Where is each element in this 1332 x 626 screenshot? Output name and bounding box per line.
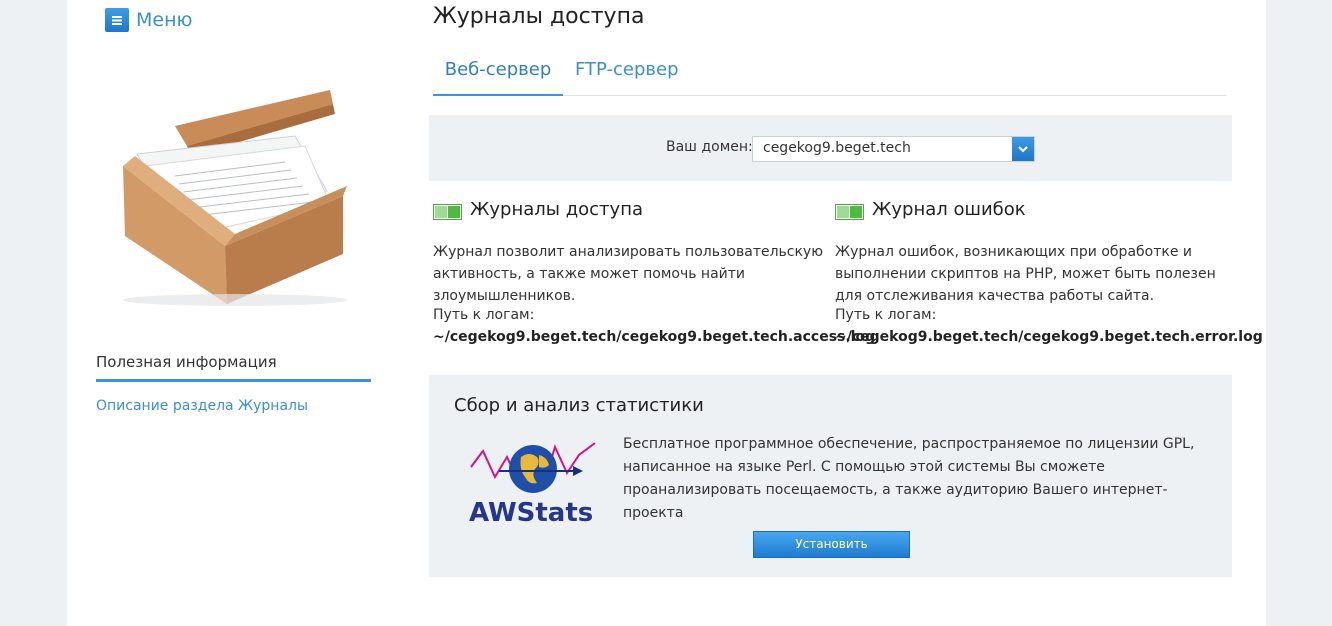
toggle-track — [837, 206, 849, 218]
chevron-down-icon[interactable] — [1012, 137, 1034, 161]
access-log-toggle[interactable] — [433, 204, 462, 220]
access-log-path: ~/cegekog9.beget.tech/cegekog9.beget.tec… — [433, 329, 876, 345]
install-button[interactable]: Установить — [753, 531, 910, 558]
toggle-knob — [448, 206, 460, 218]
logs-box-illustration — [115, 86, 365, 312]
statistics-title: Сбор и анализ статистики — [454, 395, 704, 416]
tab-ftp-server[interactable]: FTP-сервер — [575, 54, 679, 94]
tab-web-server[interactable]: Веб-сервер — [433, 54, 563, 96]
toggle-track — [435, 206, 447, 218]
error-log-path-label: Путь к логам: — [835, 307, 937, 323]
awstats-logo: AWStats — [469, 437, 599, 531]
useful-info-heading: Полезная информация — [96, 353, 277, 371]
page-title: Журналы доступа — [433, 4, 645, 29]
awstats-logo-text: AWStats — [469, 498, 593, 527]
error-log-description: Журнал ошибок, возникающих при обработке… — [835, 244, 1216, 304]
error-log-path: ~/cegekog9.beget.tech/cegekog9.beget.tec… — [835, 329, 1263, 345]
domain-select[interactable]: cegekog9.beget.tech — [752, 136, 1035, 162]
access-log-path-label: Путь к логам: — [433, 307, 535, 323]
statistics-panel: Сбор и анализ статистики AWStats Бесплат… — [429, 375, 1232, 577]
menu-button[interactable]: Меню — [105, 8, 193, 32]
domain-label: Ваш домен: — [666, 139, 753, 155]
statistics-description: Бесплатное программное обеспечение, расп… — [623, 436, 1195, 521]
menu-label: Меню — [136, 9, 193, 31]
hamburger-icon — [105, 8, 129, 32]
server-tabs: Веб-сервер FTP-сервер — [433, 54, 1227, 96]
domain-select-value: cegekog9.beget.tech — [763, 140, 911, 156]
access-log-description: Журнал позволит анализировать пользовате… — [433, 244, 824, 304]
domain-panel: Ваш домен: cegekog9.beget.tech — [429, 115, 1232, 181]
access-log-title: Журналы доступа — [470, 199, 643, 220]
error-log-title: Журнал ошибок — [872, 199, 1026, 220]
error-log-toggle[interactable] — [835, 204, 864, 220]
toggle-knob — [850, 206, 862, 218]
page: Меню Полезная информация Описание раздел… — [67, 0, 1266, 626]
logs-description-link[interactable]: Описание раздела Журналы — [96, 398, 308, 414]
useful-info-divider — [96, 379, 371, 382]
